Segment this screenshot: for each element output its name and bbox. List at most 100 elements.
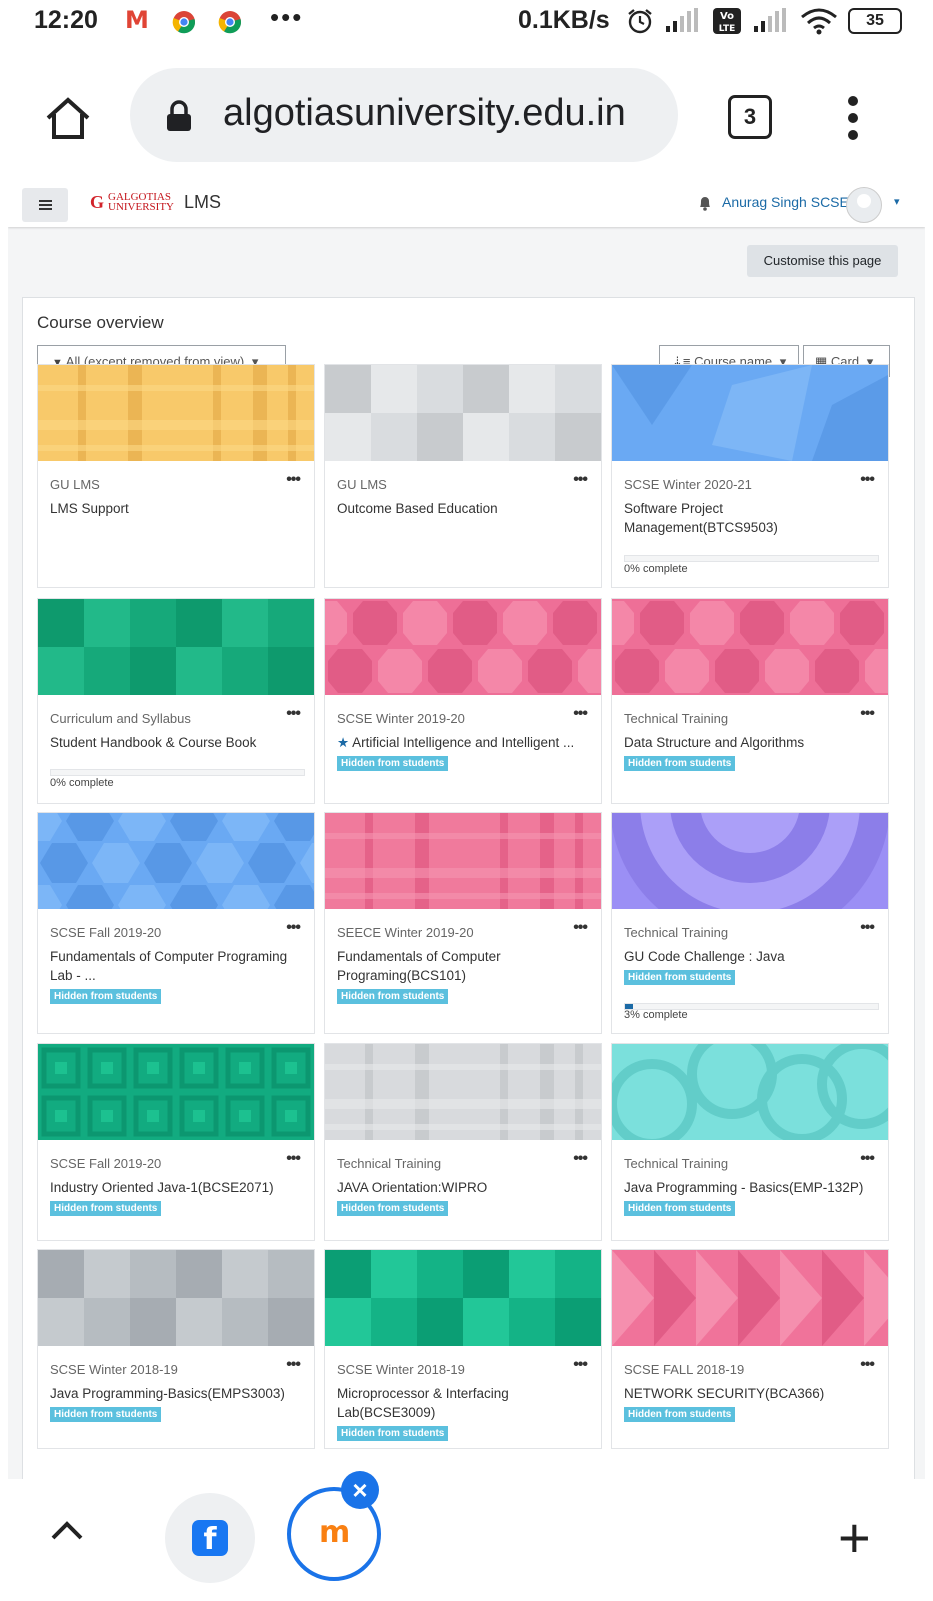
bottom-toolbar: f m × + <box>0 1471 933 1601</box>
course-image[interactable] <box>325 1044 601 1140</box>
course-name-link[interactable]: Fundamentals of Computer Programing Lab … <box>50 947 295 1004</box>
course-image[interactable] <box>325 813 601 909</box>
course-image[interactable] <box>325 599 601 695</box>
course-name-link[interactable]: NETWORK SECURITY(BCA366) Hidden from stud… <box>624 1384 869 1422</box>
course-name: NETWORK SECURITY(BCA366) <box>624 1386 825 1401</box>
course-card[interactable]: GU LMS ••• Outcome Based Education <box>324 364 602 588</box>
course-category: Technical Training <box>624 1156 729 1171</box>
course-card[interactable]: Curriculum and Syllabus ••• Student Handbo… <box>37 598 315 804</box>
more-actions-icon[interactable]: ••• <box>286 1150 301 1168</box>
course-card[interactable]: SCSE Fall 2019-20 ••• Industry Oriented Ja… <box>37 1043 315 1241</box>
more-actions-icon[interactable]: ••• <box>573 1356 588 1374</box>
more-actions-icon[interactable]: ••• <box>286 1356 301 1374</box>
course-name: Fundamentals of Computer Programing Lab … <box>50 949 288 983</box>
more-actions-icon[interactable]: ••• <box>860 1356 875 1374</box>
course-image[interactable] <box>325 1250 601 1346</box>
course-name: Software Project Management(BTCS9503) <box>624 501 778 535</box>
lms-navbar: G GALGOTIAS UNIVERSITY LMS Anurag Singh … <box>8 183 925 227</box>
facebook-icon: f <box>192 1520 228 1557</box>
course-name: GU Code Challenge : Java <box>624 949 785 964</box>
course-name-link[interactable]: Data Structure and Algorithms Hidden from… <box>624 733 869 771</box>
course-card[interactable]: SCSE Winter 2020-21 ••• Software Project M… <box>611 364 889 588</box>
course-category: SCSE Winter 2018-19 <box>337 1362 465 1377</box>
course-image[interactable] <box>325 365 601 461</box>
bell-icon[interactable] <box>698 195 712 211</box>
course-card[interactable]: Technical Training ••• GU Code Challenge :… <box>611 812 889 1034</box>
more-actions-icon[interactable]: ••• <box>860 919 875 937</box>
home-icon[interactable] <box>44 96 92 140</box>
block-title: Course overview <box>37 313 164 332</box>
more-actions-icon[interactable]: ••• <box>860 1150 875 1168</box>
course-image[interactable] <box>38 599 314 695</box>
chrome-notification-icon <box>172 11 196 34</box>
lock-icon[interactable] <box>166 100 192 132</box>
course-card[interactable]: SCSE Fall 2019-20 ••• Fundamentals of Comp… <box>37 812 315 1034</box>
course-name-link[interactable]: Industry Oriented Java-1(BCSE2071) Hidden… <box>50 1178 295 1216</box>
alarm-icon <box>628 9 652 34</box>
hidden-from-students-badge: Hidden from students <box>337 756 449 771</box>
course-card[interactable]: SCSE FALL 2018-19 ••• NETWORK SECURITY(BCA… <box>611 1249 889 1449</box>
plus-icon[interactable]: + <box>838 1505 871 1570</box>
more-actions-icon[interactable]: ••• <box>573 705 588 723</box>
course-image[interactable] <box>612 813 888 909</box>
more-actions-icon[interactable]: ••• <box>286 471 301 489</box>
address-url[interactable]: algotiasuniversity.edu.in <box>223 92 626 135</box>
course-category: GU LMS <box>50 477 100 492</box>
course-image[interactable] <box>612 1044 888 1140</box>
course-name: Student Handbook & Course Book <box>50 735 257 750</box>
customise-page-button[interactable]: Customise this page <box>747 245 898 277</box>
signal-icon <box>666 8 698 32</box>
course-card[interactable]: SCSE Winter 2018-19 ••• Microprocessor & I… <box>324 1249 602 1449</box>
course-card[interactable]: Technical Training ••• JAVA Orientation:WI… <box>324 1043 602 1241</box>
logo-line: UNIVERSITY <box>108 201 174 213</box>
course-name-link[interactable]: JAVA Orientation:WIPRO Hidden from studen… <box>337 1178 582 1216</box>
course-card[interactable]: GU LMS ••• LMS Support <box>37 364 315 588</box>
course-image[interactable] <box>38 1250 314 1346</box>
chevron-down-icon[interactable]: ▾ <box>894 195 900 208</box>
overflow-menu-icon[interactable] <box>848 96 860 147</box>
course-image[interactable] <box>38 813 314 909</box>
more-actions-icon[interactable]: ••• <box>573 919 588 937</box>
course-name-link[interactable]: Outcome Based Education <box>337 499 582 518</box>
course-name-link[interactable]: LMS Support <box>50 499 295 518</box>
course-image[interactable] <box>38 365 314 461</box>
hamburger-icon[interactable] <box>22 188 68 222</box>
more-actions-icon[interactable]: ••• <box>573 471 588 489</box>
course-card[interactable]: SCSE Winter 2019-20 ••• ★ Artificial Intell… <box>324 598 602 804</box>
logo[interactable]: GALGOTIAS UNIVERSITY <box>108 192 174 213</box>
signal-icon <box>754 8 786 32</box>
course-card[interactable]: Technical Training ••• Java Programming - … <box>611 1043 889 1241</box>
course-card[interactable]: Technical Training ••• Data Structure and … <box>611 598 889 804</box>
course-image[interactable] <box>612 599 888 695</box>
course-name-link[interactable]: ★ Artificial Intelligence and Intelligent… <box>337 733 582 771</box>
course-name-link[interactable]: Java Programming - Basics(EMP-132P) Hidde… <box>624 1178 869 1216</box>
course-name-link[interactable]: Student Handbook & Course Book <box>50 733 295 752</box>
course-name-link[interactable]: GU Code Challenge : Java Hidden from stud… <box>624 947 869 985</box>
course-name-link[interactable]: Software Project Management(BTCS9503) <box>624 499 869 537</box>
avatar[interactable] <box>846 187 882 223</box>
more-actions-icon[interactable]: ••• <box>286 705 301 723</box>
tabs-icon[interactable]: 3 <box>728 95 772 139</box>
browser-toolbar: algotiasuniversity.edu.in 3 <box>0 48 933 182</box>
course-card[interactable]: SEECE Winter 2019-20 ••• Fundamentals of C… <box>324 812 602 1034</box>
course-name-link[interactable]: Fundamentals of Computer Programing(BCS1… <box>337 947 582 1004</box>
course-name: LMS Support <box>50 501 129 516</box>
course-category: SCSE Fall 2019-20 <box>50 925 162 940</box>
course-name-link[interactable]: Java Programming-Basics(EMPS3003) Hidden … <box>50 1384 295 1422</box>
course-image[interactable] <box>38 1044 314 1140</box>
site-name[interactable]: LMS <box>184 192 221 213</box>
more-actions-icon[interactable]: ••• <box>573 1150 588 1168</box>
course-image[interactable] <box>612 365 888 461</box>
user-menu-name[interactable]: Anurag Singh SCSE <box>722 194 849 210</box>
logo-mark[interactable]: G <box>90 192 104 213</box>
chevron-up-icon[interactable] <box>50 1519 84 1541</box>
facebook-tab-button[interactable]: f <box>165 1493 255 1583</box>
more-actions-icon[interactable]: ••• <box>860 471 875 489</box>
more-actions-icon[interactable]: ••• <box>860 705 875 723</box>
more-actions-icon[interactable]: ••• <box>286 919 301 937</box>
close-icon[interactable]: × <box>341 1471 379 1509</box>
course-category: Technical Training <box>624 711 729 726</box>
course-image[interactable] <box>612 1250 888 1346</box>
course-card[interactable]: SCSE Winter 2018-19 ••• Java Programming-B… <box>37 1249 315 1449</box>
course-name-link[interactable]: Microprocessor & Interfacing Lab(BCSE300… <box>337 1384 582 1441</box>
